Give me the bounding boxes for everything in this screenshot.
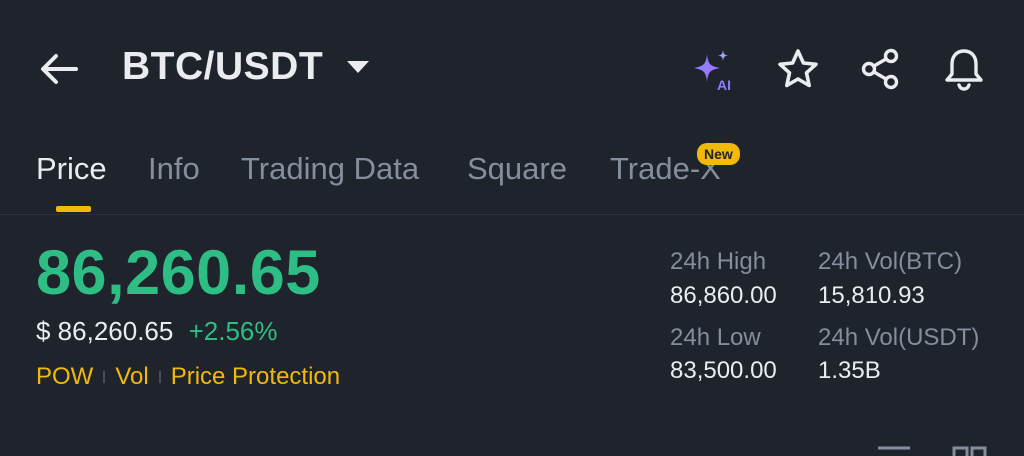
price-change: +2.56% (188, 316, 278, 346)
tab-info[interactable]: Info (148, 151, 200, 187)
low-value: 83,500.00 (670, 357, 777, 384)
share-button[interactable] (858, 46, 904, 92)
pair-selector[interactable]: BTC/USDT (122, 45, 370, 89)
last-price: 86,260.65 (36, 238, 321, 308)
tag-vol[interactable]: Vol (115, 363, 148, 391)
ai-label: AI (717, 77, 731, 93)
vol-btc-value: 15,810.93 (818, 282, 925, 309)
caret-down-icon (347, 61, 370, 73)
tag-divider (158, 371, 161, 383)
ai-sparkle-icon: AI (694, 50, 731, 93)
vol-usdt-label: 24h Vol(USDT) (818, 324, 980, 351)
usd-price: $ 86,260.65 (36, 316, 174, 346)
tag-row: POW Vol Price Protection (36, 363, 340, 391)
price-usd-row: $ 86,260.65 +2.56% (36, 316, 278, 347)
tab-trading-data[interactable]: Trading Data (241, 151, 419, 187)
tab-price[interactable]: Price (36, 151, 107, 187)
tag-price-protection[interactable]: Price Protection (171, 363, 340, 391)
alert-button[interactable] (941, 46, 987, 92)
vol-btc-label: 24h Vol(BTC) (818, 248, 963, 275)
back-button[interactable] (38, 48, 80, 90)
top-bar: BTC/USDT AI (0, 0, 1024, 140)
active-tab-indicator (56, 206, 91, 212)
grid-icon (952, 446, 987, 456)
tab-square[interactable]: Square (467, 151, 567, 187)
tag-divider (103, 371, 106, 383)
high-label: 24h High (670, 248, 767, 275)
vol-usdt-value: 1.35B (818, 357, 881, 384)
ai-button[interactable]: AI (690, 46, 736, 93)
list-icon (878, 446, 910, 450)
low-label: 24h Low (670, 324, 761, 351)
tag-pow[interactable]: POW (36, 363, 93, 391)
bell-icon (945, 49, 983, 91)
favorite-button[interactable] (775, 46, 821, 92)
star-icon (778, 49, 818, 88)
new-badge: New (697, 143, 740, 165)
arrow-left-icon (41, 54, 78, 84)
high-value: 86,860.00 (670, 282, 777, 309)
share-icon (861, 48, 899, 90)
chart-toolbar-cutoff (0, 436, 1024, 456)
pair-title: BTC/USDT (122, 45, 324, 88)
tab-bar: Price Info Trading Data Square Trade-X (0, 140, 1024, 215)
